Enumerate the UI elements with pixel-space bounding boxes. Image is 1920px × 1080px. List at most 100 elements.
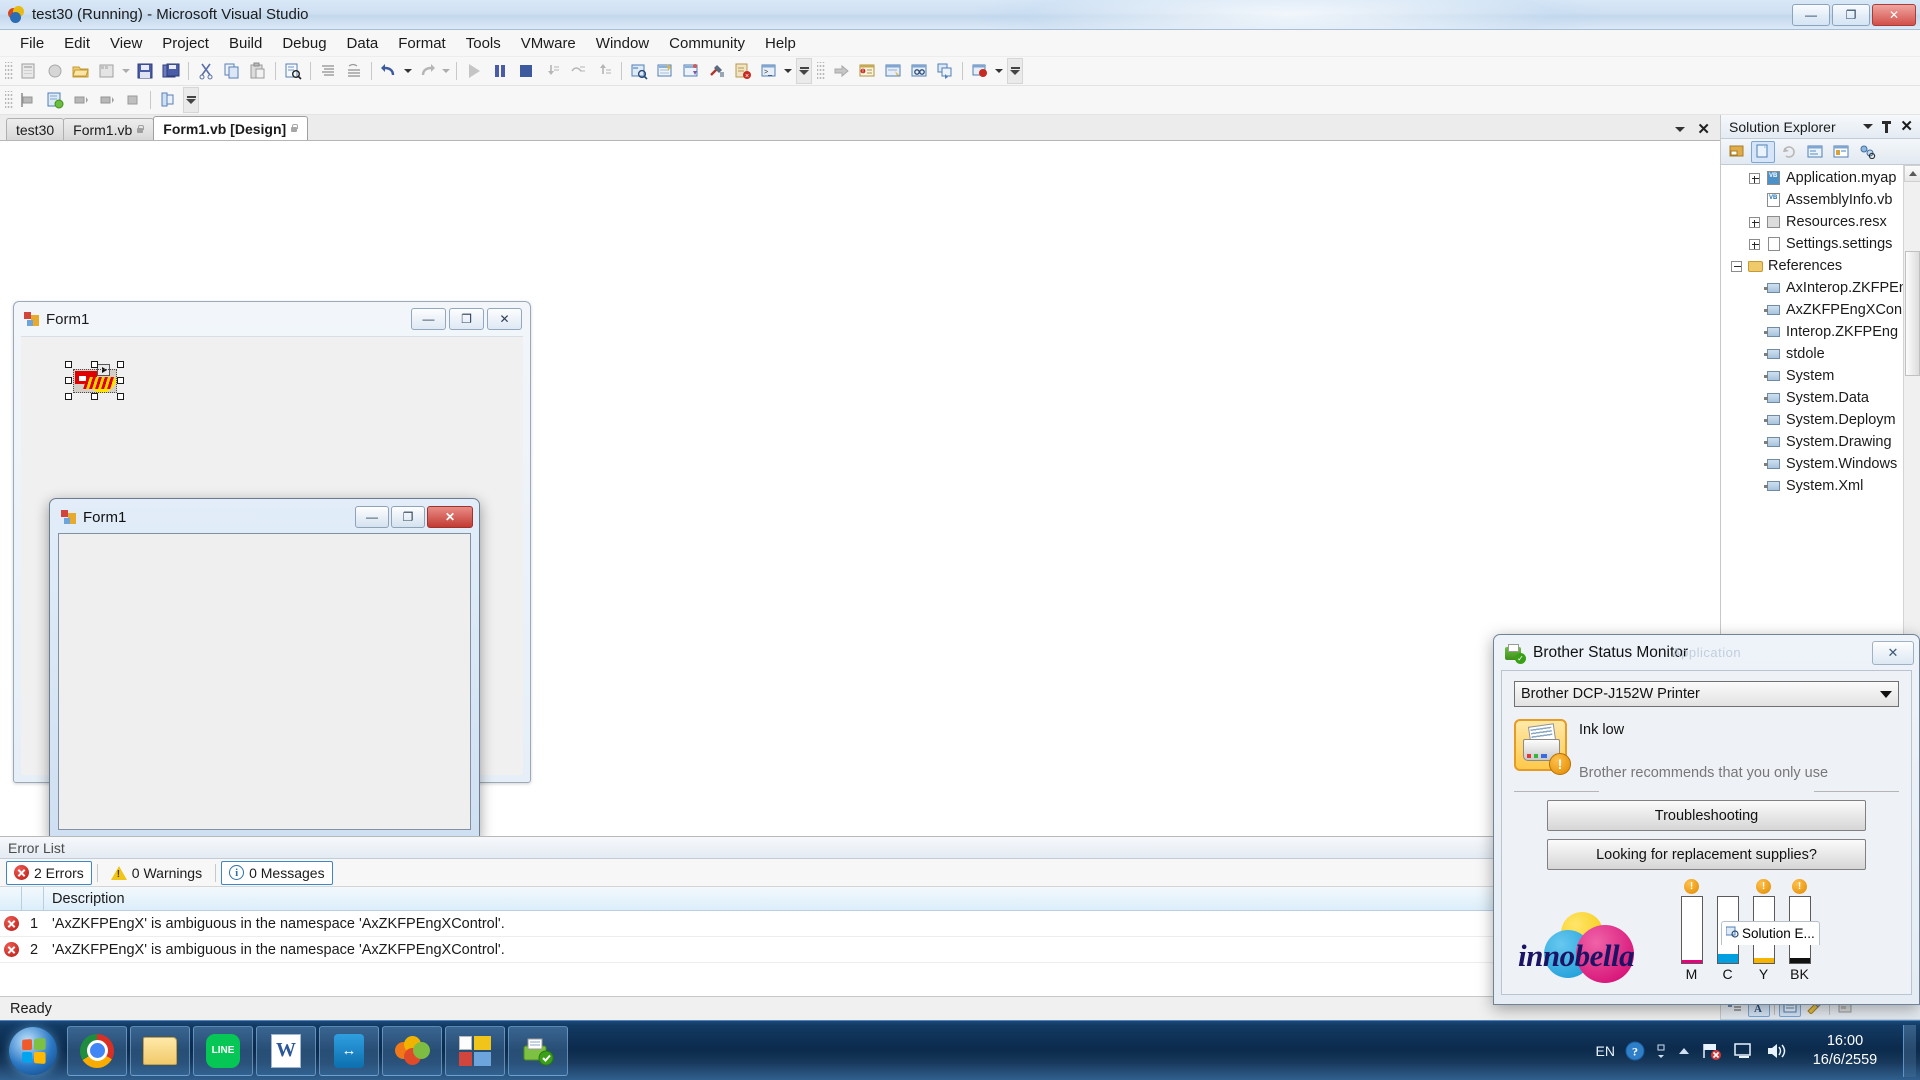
show-desktop-button[interactable] bbox=[1903, 1024, 1916, 1077]
start-debug-icon[interactable] bbox=[461, 59, 487, 83]
breakpoint-dropdown-arrow-icon[interactable] bbox=[993, 59, 1005, 83]
menu-item-edit[interactable]: Edit bbox=[54, 31, 100, 56]
toolbar-overflow-button[interactable] bbox=[796, 58, 812, 84]
menu-item-window[interactable]: Window bbox=[586, 31, 659, 56]
running-minimize-button[interactable]: — bbox=[355, 506, 389, 528]
pin-icon[interactable] bbox=[1882, 120, 1892, 133]
scrollbar-thumb[interactable] bbox=[1905, 251, 1920, 376]
printer-select-dropdown[interactable]: Brother DCP-J152W Printer bbox=[1514, 681, 1899, 707]
replacement-supplies-button[interactable]: Looking for replacement supplies? bbox=[1547, 839, 1866, 870]
view-class-diagram-icon[interactable] bbox=[1855, 141, 1879, 163]
show-all-files-icon[interactable] bbox=[1751, 140, 1775, 163]
refresh-icon[interactable] bbox=[1777, 141, 1801, 163]
taskbar-item-chrome[interactable] bbox=[67, 1025, 127, 1076]
taskbar-item-teamviewer[interactable] bbox=[319, 1025, 379, 1076]
exception-icon[interactable]: ! bbox=[854, 59, 880, 83]
menu-item-community[interactable]: Community bbox=[659, 31, 755, 56]
stop-icon[interactable] bbox=[513, 59, 539, 83]
taskbar-item-brother[interactable] bbox=[508, 1025, 568, 1076]
align-icon-4[interactable] bbox=[120, 88, 146, 112]
table-row[interactable]: 2 'AxZKFPEngX' is ambiguous in the names… bbox=[0, 937, 1720, 963]
clock[interactable]: 16:00 16/6/2559 bbox=[1797, 1032, 1893, 1068]
menu-item-vmware[interactable]: VMware bbox=[511, 31, 586, 56]
designer-minimize-button[interactable]: — bbox=[411, 308, 446, 330]
menu-item-tools[interactable]: Tools bbox=[456, 31, 511, 56]
menu-item-view[interactable]: View bbox=[100, 31, 152, 56]
scroll-up-button[interactable] bbox=[1904, 165, 1920, 182]
navigate-forward-icon[interactable] bbox=[828, 59, 854, 83]
menu-item-file[interactable]: File bbox=[10, 31, 54, 56]
show-hidden-icons-icon[interactable] bbox=[1677, 1041, 1691, 1061]
tree-node-system-xml[interactable]: System.Xml bbox=[1721, 475, 1920, 497]
volume-icon[interactable] bbox=[1765, 1041, 1787, 1061]
form-designer-surface[interactable]: Form1 — ❐ ✕ Form1 — ❐ ✕ bbox=[0, 141, 1720, 836]
save-icon[interactable] bbox=[132, 59, 158, 83]
taskbar-item-explorer[interactable] bbox=[130, 1025, 190, 1076]
tab-list-dropdown-icon[interactable] bbox=[1675, 127, 1686, 132]
view-designer-icon[interactable] bbox=[1829, 141, 1853, 163]
taskbar-item-word[interactable]: W bbox=[256, 1025, 316, 1076]
tray-expand-icon[interactable] bbox=[1655, 1041, 1667, 1061]
open-file-icon[interactable] bbox=[68, 59, 94, 83]
running-form-client[interactable] bbox=[58, 533, 471, 830]
column-header-icon[interactable] bbox=[0, 886, 22, 911]
call-stack-icon[interactable] bbox=[932, 59, 958, 83]
tree-node-axzkfpengxcon[interactable]: AxZKFPEngXCon bbox=[1721, 299, 1920, 321]
close-icon[interactable]: ✕ bbox=[1900, 119, 1913, 134]
uncomment-icon[interactable] bbox=[341, 59, 367, 83]
tree-node-assemblyinfo-vb[interactable]: AssemblyInfo.vb bbox=[1721, 189, 1920, 211]
taskbar-item-line[interactable]: LINE bbox=[193, 1025, 253, 1076]
help-icon[interactable]: ? bbox=[1625, 1041, 1645, 1061]
resize-handle[interactable] bbox=[65, 393, 72, 400]
generate-dataset-icon[interactable] bbox=[42, 88, 68, 112]
brother-status-monitor-window[interactable]: ✓ Brother Status Monitor Application ✕ B… bbox=[1493, 634, 1920, 1005]
column-header-description[interactable]: Description bbox=[44, 886, 1544, 911]
cut-icon[interactable] bbox=[193, 59, 219, 83]
running-form1-window[interactable]: Form1 — ❐ ✕ bbox=[49, 498, 480, 836]
menu-item-help[interactable]: Help bbox=[755, 31, 806, 56]
step-over-icon[interactable] bbox=[565, 59, 591, 83]
filter-warnings-button[interactable]: 0 Warnings bbox=[103, 861, 210, 885]
tab-test30[interactable]: test30 bbox=[6, 118, 65, 140]
taskbar-item-visualstudio[interactable] bbox=[445, 1025, 505, 1076]
redo-dropdown-arrow-icon[interactable] bbox=[440, 59, 452, 83]
error-list-icon[interactable]: × bbox=[730, 59, 756, 83]
table-row[interactable]: 1 'AxZKFPEngX' is ambiguous in the names… bbox=[0, 911, 1720, 937]
tab-order-icon[interactable] bbox=[155, 88, 181, 112]
designer-close-button[interactable]: ✕ bbox=[487, 308, 522, 330]
menu-item-data[interactable]: Data bbox=[337, 31, 389, 56]
menu-item-project[interactable]: Project bbox=[152, 31, 219, 56]
comment-icon[interactable] bbox=[315, 59, 341, 83]
align-icon-3[interactable] bbox=[94, 88, 120, 112]
align-lefts-icon[interactable] bbox=[16, 88, 42, 112]
resize-handle[interactable] bbox=[65, 377, 72, 384]
window-close-button[interactable]: ✕ bbox=[1872, 3, 1916, 26]
immediate-window-icon[interactable] bbox=[880, 59, 906, 83]
tree-node-system-windows[interactable]: System.Windows bbox=[1721, 453, 1920, 475]
command-dropdown-arrow-icon[interactable] bbox=[782, 59, 794, 83]
language-indicator[interactable]: EN bbox=[1596, 1043, 1615, 1059]
expander-plus-icon[interactable] bbox=[1743, 216, 1765, 228]
step-out-icon[interactable] bbox=[591, 59, 617, 83]
menu-item-debug[interactable]: Debug bbox=[272, 31, 336, 56]
tree-node-system-deployment[interactable]: System.Deploym bbox=[1721, 409, 1920, 431]
toolbar-overflow-button-2[interactable] bbox=[1007, 58, 1023, 84]
paste-icon[interactable] bbox=[245, 59, 271, 83]
new-project-icon[interactable] bbox=[16, 59, 42, 83]
toolbar-grip[interactable] bbox=[817, 62, 825, 80]
axzkfpengx1-control[interactable] bbox=[65, 361, 124, 400]
tree-node-axinterop-zkfpen[interactable]: AxInterop.ZKFPEn bbox=[1721, 277, 1920, 299]
resize-handle[interactable] bbox=[65, 361, 72, 368]
save-all-icon[interactable] bbox=[158, 59, 184, 83]
expander-plus-icon[interactable] bbox=[1743, 172, 1765, 184]
taskbar-item-nx[interactable] bbox=[382, 1025, 442, 1076]
find-icon[interactable] bbox=[280, 59, 306, 83]
properties-window-icon[interactable] bbox=[652, 59, 678, 83]
tree-node-application-myapp[interactable]: Application.myap bbox=[1721, 167, 1920, 189]
preview-data-icon[interactable] bbox=[68, 88, 94, 112]
dock-tab-solution-explorer[interactable]: Solution E... bbox=[1721, 921, 1820, 945]
window-minimize-button[interactable]: — bbox=[1792, 3, 1830, 26]
window-maximize-button[interactable]: ❐ bbox=[1832, 3, 1870, 26]
resize-handle[interactable] bbox=[117, 393, 124, 400]
tools-icon[interactable] bbox=[704, 59, 730, 83]
